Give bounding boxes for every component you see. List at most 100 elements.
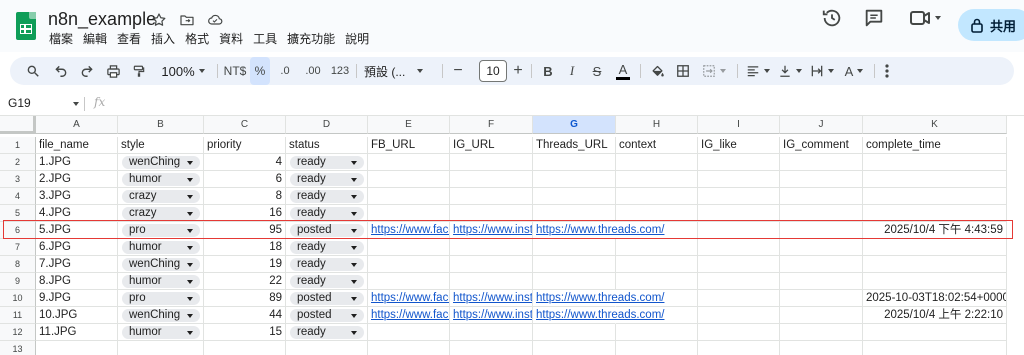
cell-b1[interactable]: style	[118, 137, 204, 154]
cell-h3[interactable]	[616, 171, 698, 188]
cell-c10[interactable]: 89	[204, 290, 286, 307]
cell-k2[interactable]	[863, 154, 1007, 171]
print-icon[interactable]	[102, 57, 124, 85]
strikethrough-button[interactable]: S	[586, 57, 608, 85]
cell-d7[interactable]: ready	[286, 239, 368, 256]
cell-b11[interactable]: wenChing	[118, 307, 204, 324]
cell-b9[interactable]: humor	[118, 273, 204, 290]
row-header-8[interactable]: 8	[0, 256, 36, 273]
font-family-select[interactable]: 預設 (...	[364, 57, 434, 85]
row-header-12[interactable]: 12	[0, 324, 36, 341]
dropdown-arrow-icon[interactable]	[187, 194, 193, 199]
cell-h12[interactable]	[616, 324, 698, 341]
redo-icon[interactable]	[76, 57, 98, 85]
menu-edit[interactable]: 編輯	[78, 31, 112, 47]
style-chip[interactable]: humor	[122, 275, 200, 288]
cell-i9[interactable]	[698, 273, 780, 290]
column-header-a[interactable]: A	[36, 116, 118, 134]
style-chip[interactable]: humor	[122, 326, 200, 339]
menu-help[interactable]: 說明	[340, 31, 374, 47]
zoom-select[interactable]: 100%	[156, 57, 210, 85]
vertical-align-icon[interactable]	[776, 57, 804, 85]
cell-g9[interactable]	[533, 273, 616, 290]
search-menus-icon[interactable]	[22, 57, 44, 85]
cell-g8[interactable]	[533, 256, 616, 273]
number-format-button[interactable]: 123	[328, 57, 352, 85]
row-header-10[interactable]: 10	[0, 290, 36, 307]
cell-f13[interactable]	[450, 341, 533, 355]
status-chip[interactable]: ready	[290, 173, 364, 186]
cell-d3[interactable]: ready	[286, 171, 368, 188]
dropdown-arrow-icon[interactable]	[187, 211, 193, 216]
column-header-b[interactable]: B	[118, 116, 204, 134]
cell-f7[interactable]	[450, 239, 533, 256]
cell-a8[interactable]: 7.JPG	[36, 256, 118, 273]
cell-i2[interactable]	[698, 154, 780, 171]
cell-a9[interactable]: 8.JPG	[36, 273, 118, 290]
cell-c4[interactable]: 8	[204, 188, 286, 205]
decrease-font-size-button[interactable]: −	[448, 57, 468, 85]
merge-cells-icon[interactable]	[698, 57, 730, 85]
row-header-2[interactable]: 2	[0, 154, 36, 171]
cell-a4[interactable]: 3.JPG	[36, 188, 118, 205]
cell-b3[interactable]: humor	[118, 171, 204, 188]
cell-c9[interactable]: 22	[204, 273, 286, 290]
dropdown-arrow-icon[interactable]	[187, 313, 193, 318]
cell-b10[interactable]: pro	[118, 290, 204, 307]
cell-d4[interactable]: ready	[286, 188, 368, 205]
cell-g1[interactable]: Threads_URL	[533, 137, 616, 154]
menu-data[interactable]: 資料	[214, 31, 248, 47]
star-icon[interactable]	[148, 9, 170, 31]
cell-d2[interactable]: ready	[286, 154, 368, 171]
cell-j7[interactable]	[780, 239, 863, 256]
cell-i3[interactable]	[698, 171, 780, 188]
currency-format-button[interactable]: NT$	[222, 57, 248, 85]
cell-h13[interactable]	[616, 341, 698, 355]
cell-c11[interactable]: 44	[204, 307, 286, 324]
cell-k13[interactable]	[863, 341, 1007, 355]
cell-f4[interactable]	[450, 188, 533, 205]
cell-e12[interactable]	[368, 324, 450, 341]
cell-k9[interactable]	[863, 273, 1007, 290]
cell-f11[interactable]: https://www.insta	[450, 307, 533, 324]
style-chip[interactable]: crazy	[122, 207, 200, 220]
cell-a12[interactable]: 11.JPG	[36, 324, 118, 341]
cloud-status-icon[interactable]	[204, 9, 226, 31]
dropdown-arrow-icon[interactable]	[351, 177, 357, 182]
cell-i10[interactable]	[698, 290, 780, 307]
cell-e11[interactable]: https://www.face	[368, 307, 450, 324]
borders-icon[interactable]	[672, 57, 694, 85]
cell-c3[interactable]: 6	[204, 171, 286, 188]
dropdown-arrow-icon[interactable]	[187, 279, 193, 284]
increase-font-size-button[interactable]: +	[508, 57, 528, 85]
cell-k4[interactable]	[863, 188, 1007, 205]
status-chip[interactable]: ready	[290, 156, 364, 169]
cell-b2[interactable]: wenChing	[118, 154, 204, 171]
cell-j13[interactable]	[780, 341, 863, 355]
cell-b7[interactable]: humor	[118, 239, 204, 256]
name-box[interactable]: G19	[8, 96, 31, 110]
spreadsheet-grid[interactable]: A B C D E F G H I J K 1 file_name style priority status…	[0, 116, 1024, 355]
status-chip[interactable]: posted	[290, 309, 364, 322]
column-header-h[interactable]: H	[616, 116, 698, 134]
cell-a2[interactable]: 1.JPG	[36, 154, 118, 171]
cell-f1[interactable]: IG_URL	[450, 137, 533, 154]
cell-k10[interactable]: 2025-10-03T18:02:54+0000	[863, 290, 1007, 307]
cell-k3[interactable]	[863, 171, 1007, 188]
cell-c7[interactable]: 18	[204, 239, 286, 256]
row-header-4[interactable]: 4	[0, 188, 36, 205]
cell-i12[interactable]	[698, 324, 780, 341]
menu-view[interactable]: 查看	[112, 31, 146, 47]
dropdown-arrow-icon[interactable]	[187, 160, 193, 165]
cell-a3[interactable]: 2.JPG	[36, 171, 118, 188]
cell-f9[interactable]	[450, 273, 533, 290]
cell-e10[interactable]: https://www.face	[368, 290, 450, 307]
more-options-icon[interactable]	[878, 57, 896, 85]
undo-icon[interactable]	[50, 57, 72, 85]
cell-e2[interactable]	[368, 154, 450, 171]
row-header-7[interactable]: 7	[0, 239, 36, 256]
cell-d10[interactable]: posted	[286, 290, 368, 307]
style-chip[interactable]: crazy	[122, 190, 200, 203]
cell-c12[interactable]: 15	[204, 324, 286, 341]
cell-i8[interactable]	[698, 256, 780, 273]
